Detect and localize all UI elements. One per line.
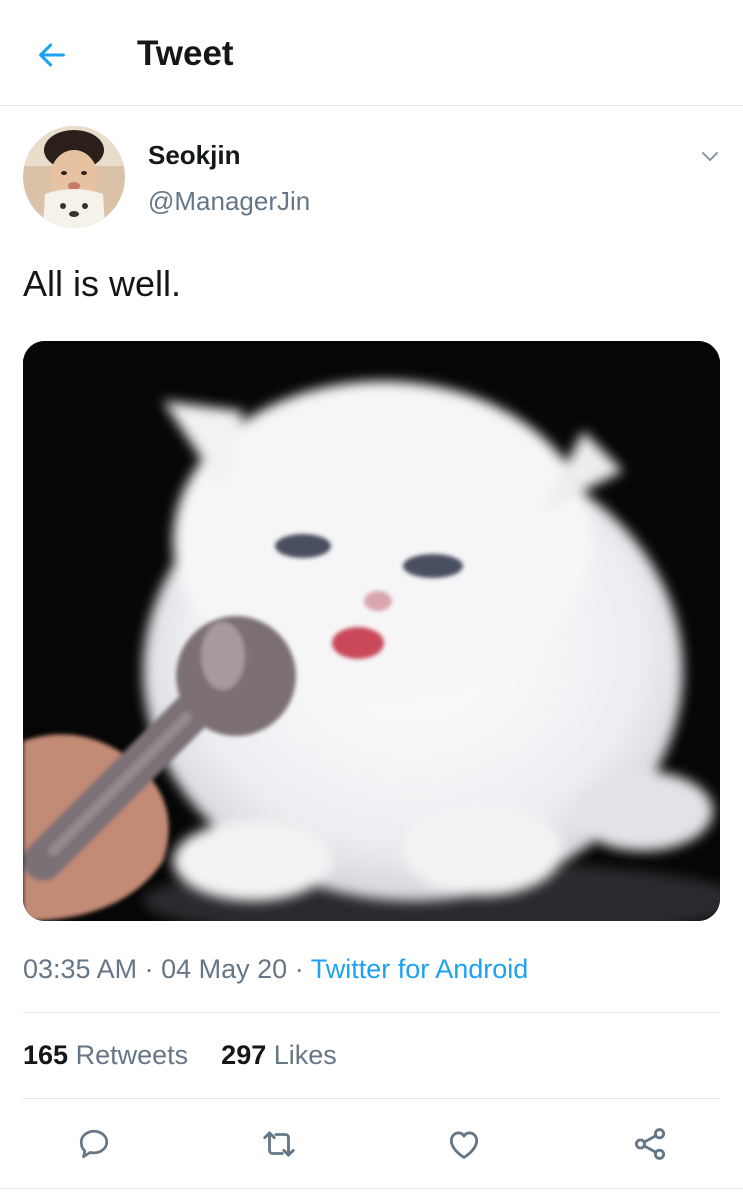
- likes-label: Likes: [273, 1040, 337, 1070]
- comment-icon: [79, 1129, 109, 1159]
- divider: [0, 1188, 743, 1189]
- reply-button[interactable]: [70, 1120, 118, 1168]
- user-handle[interactable]: @ManagerJin: [148, 186, 310, 217]
- retweets-stat[interactable]: 165 Retweets: [23, 1040, 196, 1070]
- retweets-count: 165: [23, 1040, 69, 1070]
- tweet-date: 04 May 20: [161, 954, 288, 984]
- meta-separator: ·: [144, 954, 154, 984]
- arrow-left-icon: [39, 43, 65, 67]
- likes-count: 297: [221, 1040, 267, 1070]
- more-options-button[interactable]: [694, 140, 726, 172]
- display-name[interactable]: Seokjin: [148, 140, 240, 171]
- divider: [23, 1098, 720, 1099]
- back-button[interactable]: [30, 33, 74, 77]
- likes-stat[interactable]: 297 Likes: [221, 1040, 337, 1070]
- tweet-stats: 165 Retweets 297 Likes: [23, 1040, 337, 1071]
- tweet-source-link[interactable]: Twitter for Android: [311, 954, 529, 984]
- action-bar: [0, 1100, 743, 1188]
- page-title: Tweet: [137, 34, 234, 73]
- tweet-text: All is well.: [23, 263, 182, 304]
- retweet-icon: [263, 1131, 295, 1157]
- like-button[interactable]: [440, 1120, 488, 1168]
- retweets-label: Retweets: [75, 1040, 189, 1070]
- divider: [23, 1012, 720, 1013]
- meta-separator: ·: [294, 954, 304, 984]
- retweet-button[interactable]: [255, 1120, 303, 1168]
- avatar[interactable]: [23, 126, 125, 228]
- tweet-time: 03:35 AM: [23, 954, 138, 984]
- share-button[interactable]: [626, 1120, 674, 1168]
- share-icon: [634, 1128, 666, 1160]
- top-bar: Tweet: [0, 0, 743, 106]
- tweet-image[interactable]: [23, 341, 720, 921]
- heart-icon: [449, 1131, 479, 1159]
- tweet-metadata: 03:35 AM · 04 May 20 · Twitter for Andro…: [23, 954, 528, 985]
- chevron-down-icon: [702, 152, 718, 161]
